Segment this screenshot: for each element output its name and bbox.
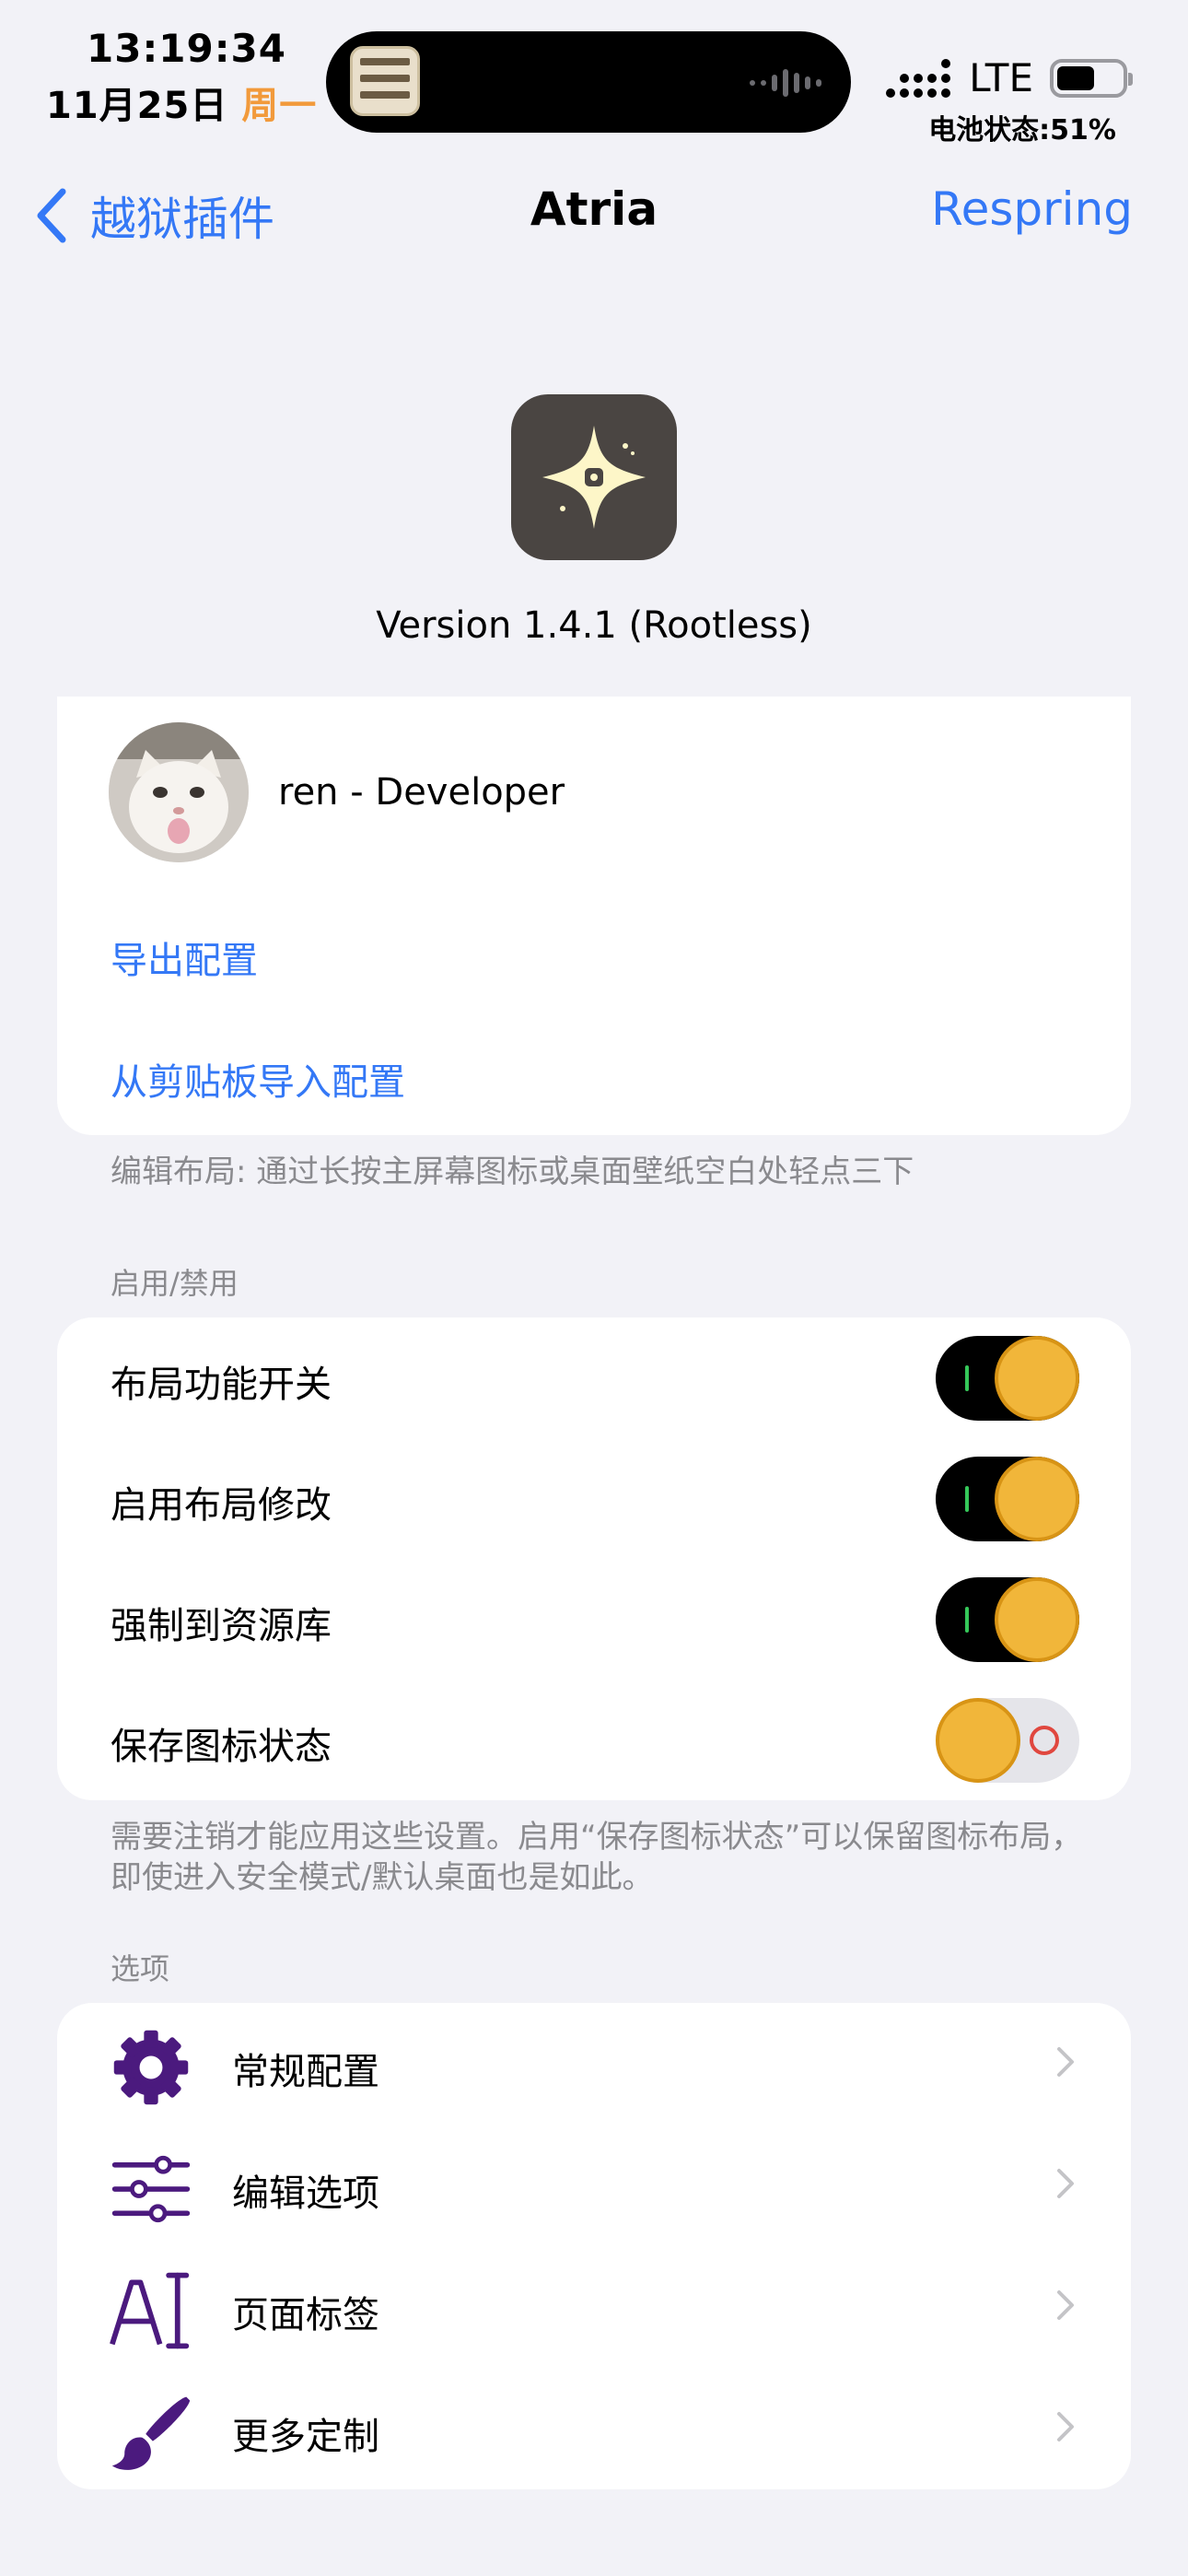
version-label: Version 1.4.1 (Rootless)	[376, 604, 812, 647]
mario-knob-icon	[995, 1457, 1079, 1541]
toggle-row-save-icon-state: 保存图标状态	[57, 1680, 1131, 1800]
toggle-group: 布局功能开关 启用布局修改 强制到资源库 保存图标状态	[57, 1317, 1131, 1800]
option-label: 编辑选项	[232, 2172, 379, 2215]
status-date-day: 11月25日	[46, 85, 228, 127]
developer-group: ren - Developer 导出配置 从剪贴板导入配置	[57, 697, 1131, 1135]
chevron-left-icon	[37, 188, 66, 243]
section-header-enable: 启用/禁用	[111, 1266, 239, 1301]
chevron-right-icon	[1057, 2047, 1074, 2077]
option-label: 更多定制	[232, 2416, 379, 2458]
signal-icon	[886, 58, 951, 98]
toggle-row-force-library: 强制到资源库	[57, 1559, 1131, 1680]
option-row-general-config[interactable]: 常规配置	[57, 2003, 1131, 2125]
toggle-on-mark-icon	[965, 1486, 969, 1512]
text-cursor-icon	[107, 2266, 195, 2355]
toggle-label: 保存图标状态	[111, 1726, 332, 1768]
cat-avatar-icon	[109, 722, 249, 862]
back-button[interactable]: 越狱插件	[33, 182, 274, 249]
developer-row[interactable]: ren - Developer	[57, 722, 1131, 862]
audio-waveform-icon	[750, 66, 821, 100]
toggle-on-mark-icon	[965, 1365, 969, 1391]
import-clipboard-button[interactable]: 从剪贴板导入配置	[111, 1052, 405, 1106]
status-indicators: LTE	[886, 55, 1133, 100]
gear-icon	[107, 2023, 195, 2112]
force-to-library-toggle[interactable]	[936, 1577, 1079, 1662]
respring-button[interactable]: Respring	[931, 182, 1133, 236]
paintbrush-icon	[107, 2388, 195, 2476]
options-group: 常规配置 编辑选项 页面标签 更多定制	[57, 2003, 1131, 2489]
option-label: 常规配置	[232, 2051, 379, 2093]
toggle-label: 启用布局修改	[111, 1484, 332, 1527]
toggle-label: 布局功能开关	[111, 1364, 332, 1406]
layout-switch-toggle[interactable]	[936, 1336, 1079, 1421]
mario-knob-icon	[995, 1336, 1079, 1421]
section-header-options: 选项	[111, 1951, 170, 1986]
dynamic-island[interactable]	[326, 31, 851, 133]
back-button-label: 越狱插件	[90, 193, 274, 246]
enable-layout-mod-toggle[interactable]	[936, 1457, 1079, 1541]
developer-name: ren - Developer	[278, 771, 565, 814]
toggle-row-layout-switch: 布局功能开关	[57, 1317, 1131, 1438]
toggle-row-enable-layout-mod: 启用布局修改	[57, 1438, 1131, 1559]
now-playing-artwork-icon	[350, 46, 420, 116]
option-row-more-customization[interactable]: 更多定制	[57, 2368, 1131, 2489]
toggle-on-mark-icon	[965, 1607, 969, 1633]
toggle-off-mark-icon	[1030, 1726, 1059, 1755]
mario-knob-icon	[995, 1577, 1079, 1662]
battery-icon	[1050, 58, 1133, 98]
battery-status-text: 电池状态:51%	[928, 114, 1116, 146]
status-date: 11月25日 周一	[46, 76, 317, 129]
developer-avatar	[109, 722, 249, 862]
layout-hint-note: 编辑布局: 通过长按主屏幕图标或桌面壁纸空白处轻点三下	[111, 1153, 914, 1190]
chevron-right-icon	[1057, 2412, 1074, 2441]
chevron-right-icon	[1057, 2169, 1074, 2198]
toggle-footer-note: 需要注销才能应用这些设置。启用“保存图标状态”可以保留图标布局，即使进入安全模式…	[111, 1819, 1083, 1896]
sliders-icon	[107, 2145, 195, 2233]
toggle-label: 强制到资源库	[111, 1605, 332, 1647]
network-type: LTE	[969, 55, 1033, 100]
option-label: 页面标签	[232, 2294, 379, 2336]
mario-knob-icon	[936, 1698, 1020, 1783]
export-config-button[interactable]: 导出配置	[111, 931, 258, 984]
app-icon	[511, 394, 677, 560]
sparkle-icon	[542, 426, 646, 529]
save-icon-state-toggle[interactable]	[936, 1698, 1079, 1783]
option-row-edit-options[interactable]: 编辑选项	[57, 2125, 1131, 2246]
option-row-page-labels[interactable]: 页面标签	[57, 2246, 1131, 2368]
chevron-right-icon	[1057, 2290, 1074, 2320]
status-weekday: 周一	[241, 85, 318, 127]
status-time: 13:19:34	[87, 26, 286, 71]
